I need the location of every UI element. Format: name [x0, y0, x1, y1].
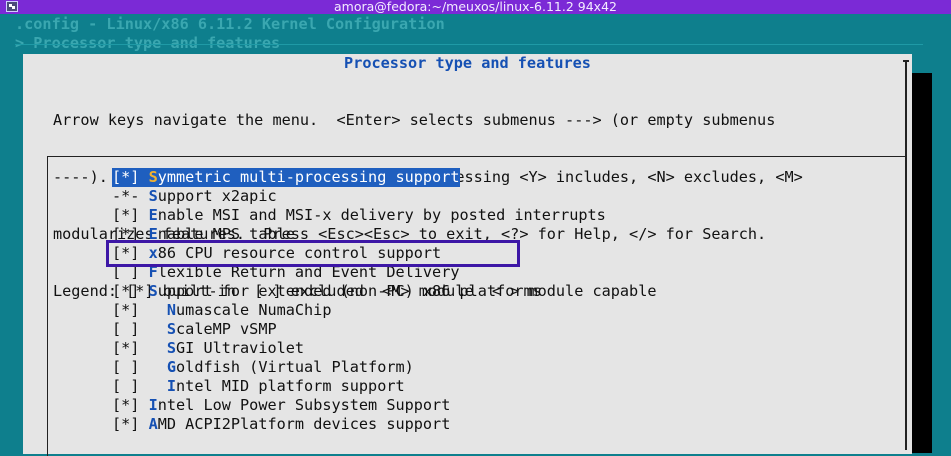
menu-row: [*] SGI Ultraviolet — [112, 339, 606, 358]
menu-list: [*] Symmetric multi-processing support -*… — [112, 168, 606, 434]
menu-item-label: GI Ultraviolet — [176, 339, 305, 357]
hotkey-letter: N — [166, 301, 177, 319]
option-state-checkbox[interactable]: [*] — [112, 206, 139, 224]
hotkey-letter: I — [148, 396, 158, 414]
breadcrumb: > Processor type and features — [15, 34, 281, 52]
option-state-checkbox[interactable]: [*] — [112, 301, 139, 319]
option-state-checkbox[interactable]: [*] — [112, 396, 139, 414]
menu-box-top-border — [47, 156, 907, 157]
menu-item[interactable]: [ ] Goldfish (Virtual Platform) — [112, 358, 606, 377]
menu-item[interactable]: [ ] Intel MID platform support — [112, 377, 606, 396]
menu-item[interactable]: [*] Support for extended (non-PC) x86 pl… — [112, 282, 606, 301]
hotkey-letter: S — [166, 320, 177, 338]
dialog-title: Processor type and features — [344, 54, 591, 72]
hotkey-letter: E — [148, 206, 158, 224]
option-state-checkbox[interactable]: [ ] — [112, 320, 139, 338]
option-state-checkbox[interactable]: [*] — [112, 168, 139, 186]
option-state-checkbox[interactable]: [*] — [112, 339, 139, 357]
hotkey-letter: S — [148, 168, 158, 186]
menu-item-label: umascale NumaChip — [176, 301, 332, 319]
menu-item[interactable]: [*] Numascale NumaChip — [112, 301, 606, 320]
highlight-annotation-box — [106, 240, 520, 267]
breadcrumb-divider — [15, 44, 923, 45]
hotkey-letter: S — [148, 282, 158, 300]
config-title-line: .config - Linux/x86 6.11.2 Kernel Config… — [15, 15, 445, 33]
window-title: amora@fedora:~/meuxos/linux-6.11.2 94x42 — [334, 0, 617, 14]
menu-row: [ ] ScaleMP vSMP — [112, 320, 606, 339]
hotkey-letter: I — [166, 377, 177, 395]
menu-item[interactable]: [ ] ScaleMP vSMP — [112, 320, 606, 339]
menu-row: -*- Support x2apic — [112, 187, 606, 206]
menu-item[interactable]: [*] Symmetric multi-processing support — [112, 168, 460, 187]
menu-item-label: oldfish (Virtual Platform) — [176, 358, 414, 376]
menu-item-label: MD ACPI2Platform devices support — [157, 415, 451, 433]
menu-row: [*] Intel Low Power Subsystem Support — [112, 396, 606, 415]
dialog-right-border — [903, 60, 909, 450]
menu-item-label: ntel Low Power Subsystem Support — [157, 396, 451, 414]
option-state-checkbox[interactable]: [*] — [112, 282, 139, 300]
menu-row: [*] Symmetric multi-processing support — [112, 168, 606, 187]
hotkey-letter: A — [148, 415, 158, 433]
option-state-checkbox[interactable]: [ ] — [112, 377, 139, 395]
menu-box-left-border — [47, 156, 48, 456]
menu-row: [*] Numascale NumaChip — [112, 301, 606, 320]
menu-row: [*] Support for extended (non-PC) x86 pl… — [112, 282, 606, 301]
menu-item[interactable]: [*] Enable MSI and MSI-x delivery by pos… — [112, 206, 606, 225]
dialog-shadow — [912, 73, 932, 453]
help-line: Arrow keys navigate the menu. <Enter> se… — [53, 111, 776, 129]
menu-row: [*] Enable MSI and MSI-x delivery by pos… — [112, 206, 606, 225]
menu-item-label: ntel MID platform support — [176, 377, 405, 395]
menu-row: [ ] Goldfish (Virtual Platform) — [112, 358, 606, 377]
menu-row: [*] AMD ACPI2Platform devices support — [112, 415, 606, 434]
menu-item-label: upport for extended (non-PC) x86 platfor… — [157, 282, 542, 300]
option-state-checkbox[interactable]: -*- — [112, 187, 139, 205]
menu-item-label: upport x2apic — [157, 187, 277, 205]
option-state-checkbox[interactable]: [*] — [112, 415, 139, 433]
menu-item-label: ymmetric multi-processing support — [157, 168, 460, 186]
menu-item[interactable]: [*] SGI Ultraviolet — [112, 339, 606, 358]
hotkey-letter: G — [166, 358, 177, 376]
menu-item[interactable]: -*- Support x2apic — [112, 187, 606, 206]
hotkey-letter: S — [166, 339, 177, 357]
menu-item-label: nable MSI and MSI-x delivery by posted i… — [157, 206, 606, 224]
menu-item-label: caleMP vSMP — [176, 320, 277, 338]
menu-row: [ ] Intel MID platform support — [112, 377, 606, 396]
menu-item[interactable]: [*] AMD ACPI2Platform devices support — [112, 415, 606, 434]
option-state-checkbox[interactable]: [ ] — [112, 358, 139, 376]
window-titlebar: amora@fedora:~/meuxos/linux-6.11.2 94x42 — [0, 0, 951, 14]
menu-item[interactable]: [*] Intel Low Power Subsystem Support — [112, 396, 606, 415]
hotkey-letter: S — [148, 187, 158, 205]
